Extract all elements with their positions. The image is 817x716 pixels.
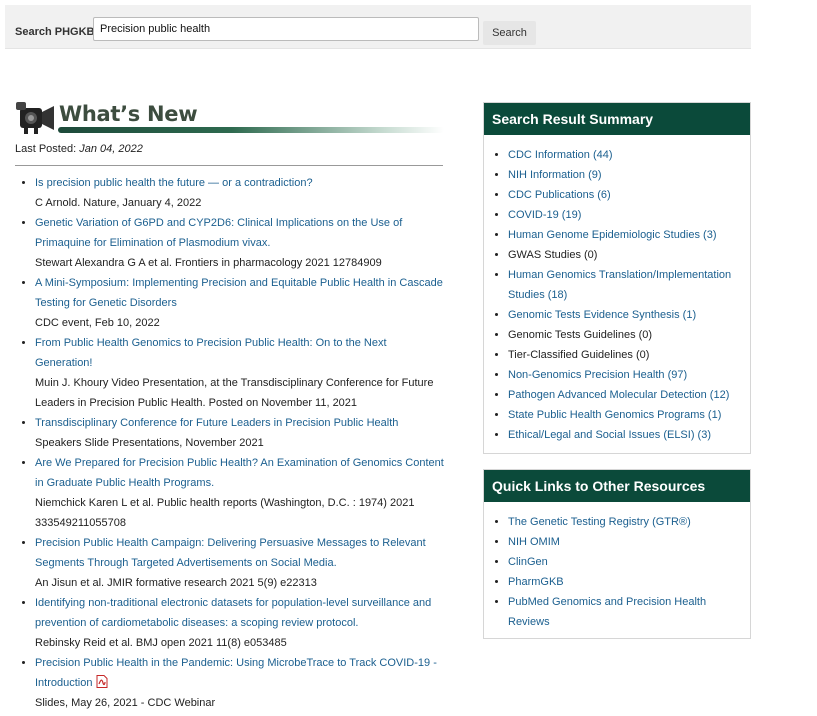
last-posted-date: Jan 04, 2022 — [79, 143, 143, 155]
news-link[interactable]: Transdisciplinary Conference for Future … — [35, 417, 398, 429]
summary-text: Tier-Classified Guidelines (0) — [508, 349, 650, 361]
news-meta: Speakers Slide Presentations, November 2… — [35, 437, 264, 449]
news-link[interactable]: Identifying non-traditional electronic d… — [35, 597, 431, 629]
quick-link[interactable]: PubMed Genomics and Precision Health Rev… — [508, 596, 706, 628]
list-item: Pathogen Advanced Molecular Detection (1… — [508, 385, 742, 405]
news-link[interactable]: Are We Prepared for Precision Public Hea… — [35, 457, 444, 489]
panel-title: Search Result Summary — [484, 103, 750, 135]
list-item: Are We Prepared for Precision Public Hea… — [35, 453, 447, 533]
summary-link[interactable]: Ethical/Legal and Social Issues (ELSI) (… — [508, 429, 711, 441]
news-meta: Stewart Alexandra G A et al. Frontiers i… — [35, 257, 382, 269]
list-item: ClinGen — [508, 552, 742, 572]
summary-link[interactable]: CDC Information (44) — [508, 149, 613, 161]
list-item: Non-Genomics Precision Health (97) — [508, 365, 742, 385]
list-item: A Mini-Symposium: Implementing Precision… — [35, 273, 447, 333]
list-item: Genomic Tests Guidelines (0) — [508, 325, 742, 345]
list-item: Is precision public health the future — … — [35, 173, 447, 213]
search-bar: Search PHGKB: Search — [5, 5, 751, 49]
last-posted: Last Posted: Jan 04, 2022 — [15, 143, 143, 155]
news-meta: An Jisun et al. JMIR formative research … — [35, 577, 317, 589]
list-item: Human Genome Epidemiologic Studies (3) — [508, 225, 742, 245]
search-button[interactable]: Search — [483, 21, 536, 45]
whats-new-title: What’s New — [59, 102, 198, 126]
pdf-icon[interactable] — [96, 675, 108, 688]
search-result-summary-panel: Search Result Summary CDC Information (4… — [483, 102, 751, 454]
quick-link[interactable]: NIH OMIM — [508, 536, 560, 548]
list-item: NIH OMIM — [508, 532, 742, 552]
news-meta: CDC event, Feb 10, 2022 — [35, 317, 160, 329]
news-meta: Muin J. Khoury Video Presentation, at th… — [35, 377, 434, 409]
search-label: Search PHGKB: — [15, 26, 99, 38]
list-item: From Public Health Genomics to Precision… — [35, 333, 447, 413]
news-meta: Slides, May 26, 2021 - CDC Webinar — [35, 697, 216, 709]
quick-link[interactable]: The Genetic Testing Registry (GTR®) — [508, 516, 691, 528]
panel-title: Quick Links to Other Resources — [484, 470, 750, 502]
summary-link[interactable]: Human Genome Epidemiologic Studies (3) — [508, 229, 717, 241]
list-item: State Public Health Genomics Programs (1… — [508, 405, 742, 425]
news-meta: C Arnold. Nature, January 4, 2022 — [35, 197, 202, 209]
projector-icon — [16, 102, 54, 134]
last-posted-label: Last Posted: — [15, 143, 77, 155]
news-link[interactable]: A Mini-Symposium: Implementing Precision… — [35, 277, 443, 309]
list-item: PubMed Genomics and Precision Health Rev… — [508, 592, 742, 632]
summary-link[interactable]: CDC Publications (6) — [508, 189, 611, 201]
news-meta: Niemchick Karen L et al. Public health r… — [35, 497, 415, 529]
list-item: Genomic Tests Evidence Synthesis (1) — [508, 305, 742, 325]
summary-link[interactable]: NIH Information (9) — [508, 169, 602, 181]
news-link[interactable]: Genetic Variation of G6PD and CYP2D6: Cl… — [35, 217, 402, 249]
summary-link[interactable]: COVID-19 (19) — [508, 209, 581, 221]
list-item: Tier-Classified Guidelines (0) — [508, 345, 742, 365]
list-item: Precision Public Health Campaign: Delive… — [35, 533, 447, 593]
list-item: The Genetic Testing Registry (GTR®) — [508, 512, 742, 532]
list-item: Transdisciplinary Conference for Future … — [35, 413, 447, 453]
whats-new-header: What’s New — [14, 100, 444, 140]
list-item: Ethical/Legal and Social Issues (ELSI) (… — [508, 425, 742, 445]
summary-text: Genomic Tests Guidelines (0) — [508, 329, 653, 341]
news-meta: Rebinsky Reid et al. BMJ open 2021 11(8)… — [35, 637, 287, 649]
list-item: Precision Public Health in the Pandemic:… — [35, 653, 447, 713]
news-link[interactable]: Is precision public health the future — … — [35, 177, 313, 189]
summary-list: CDC Information (44) NIH Information (9)… — [484, 135, 750, 453]
list-item: CDC Information (44) — [508, 145, 742, 165]
search-input[interactable] — [93, 17, 479, 41]
summary-link[interactable]: Non-Genomics Precision Health (97) — [508, 369, 687, 381]
news-list: Is precision public health the future — … — [15, 173, 447, 713]
list-item: PharmGKB — [508, 572, 742, 592]
list-item: Human Genomics Translation/Implementatio… — [508, 265, 742, 305]
list-item: Genetic Variation of G6PD and CYP2D6: Cl… — [35, 213, 447, 273]
summary-link[interactable]: Human Genomics Translation/Implementatio… — [508, 269, 731, 301]
list-item: CDC Publications (6) — [508, 185, 742, 205]
news-link[interactable]: Precision Public Health Campaign: Delive… — [35, 537, 426, 569]
quick-link[interactable]: PharmGKB — [508, 576, 564, 588]
summary-link[interactable]: State Public Health Genomics Programs (1… — [508, 409, 721, 421]
news-link[interactable]: From Public Health Genomics to Precision… — [35, 337, 387, 369]
list-item: Identifying non-traditional electronic d… — [35, 593, 447, 653]
quick-links-list: The Genetic Testing Registry (GTR®) NIH … — [484, 502, 750, 640]
header-divider — [58, 127, 444, 133]
summary-link[interactable]: Pathogen Advanced Molecular Detection (1… — [508, 389, 729, 401]
list-item: GWAS Studies (0) — [508, 245, 742, 265]
news-link[interactable]: Precision Public Health in the Pandemic:… — [35, 657, 437, 689]
list-item: NIH Information (9) — [508, 165, 742, 185]
summary-link[interactable]: Genomic Tests Evidence Synthesis (1) — [508, 309, 696, 321]
summary-text: GWAS Studies (0) — [508, 249, 598, 261]
list-item: COVID-19 (19) — [508, 205, 742, 225]
quick-link[interactable]: ClinGen — [508, 556, 548, 568]
divider — [15, 165, 443, 166]
quick-links-panel: Quick Links to Other Resources The Genet… — [483, 469, 751, 639]
